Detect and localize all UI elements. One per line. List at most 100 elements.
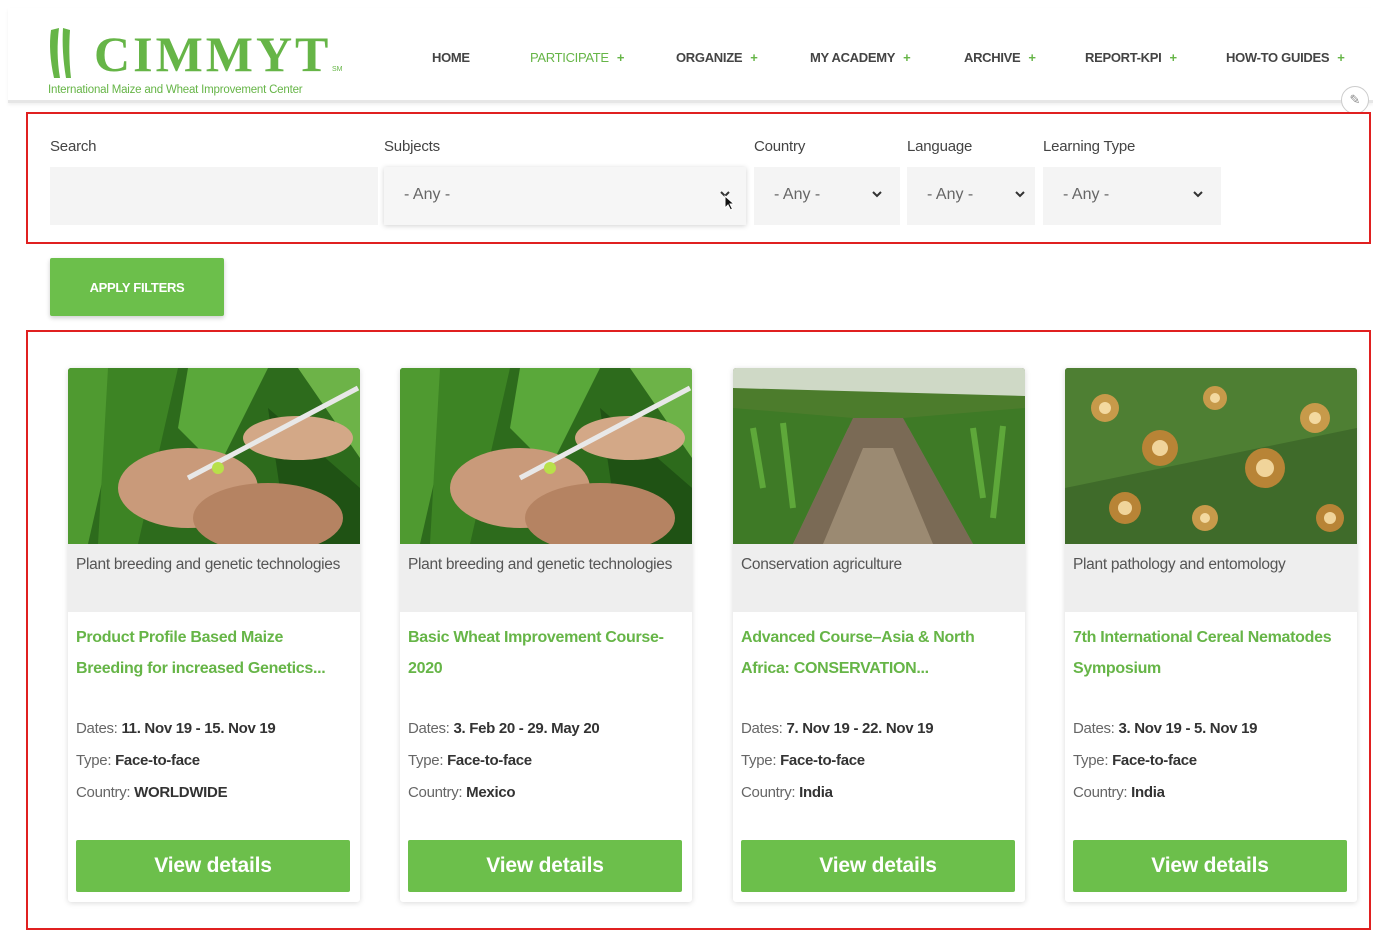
type-value: Face-to-face [780,752,865,769]
view-details-button[interactable]: View details [76,840,350,892]
view-details-button[interactable]: View details [741,840,1015,892]
trademark-mark: SM [332,66,343,73]
nav-item-my-academy[interactable]: MY ACADEMY + [810,48,911,68]
card-country: Country: Mexico [408,784,688,801]
nav-label: ORGANIZE [676,50,743,65]
country-label-text: Country: [1073,784,1128,801]
nav-label: REPORT-KPI [1085,50,1162,65]
search-label: Search [50,138,97,155]
filter-panel: Search Subjects Country Language Learnin… [26,112,1371,244]
card-country: Country: India [741,784,1021,801]
course-card: Conservation agriculture Advanced Course… [733,368,1025,902]
brand-name: CIMMYT [94,26,332,82]
dates-value: 3. Nov 19 - 5. Nov 19 [1118,720,1258,737]
nav-label: ARCHIVE [964,50,1021,65]
card-country: Country: WORLDWIDE [76,784,356,801]
card-country: Country: India [1073,784,1353,801]
leaf-disease-photo [1065,368,1357,544]
plus-icon[interactable]: + [1028,50,1036,65]
card-subject: Plant breeding and genetic technologies [68,544,360,612]
dates-label: Dates: [1073,720,1115,737]
brand-tagline: International Maize and Wheat Improvemen… [48,84,303,96]
type-label: Type: [1073,752,1109,769]
type-value: Face-to-face [447,752,532,769]
card-type: Type: Face-to-face [741,752,1021,769]
plus-icon[interactable]: + [617,50,625,65]
card-title-link[interactable]: Product Profile Based Maize Breeding for… [76,622,346,684]
learning-type-value: - Any - [1063,186,1110,203]
apply-filters-button[interactable]: APPLY FILTERS [50,258,224,316]
subjects-select[interactable]: - Any - [384,167,746,225]
chevron-down-icon [1015,191,1025,198]
type-label: Type: [408,752,444,769]
card-dates: Dates: 3. Nov 19 - 5. Nov 19 [1073,720,1353,737]
nav-item-how-to-guides[interactable]: HOW-TO GUIDES + [1226,48,1345,68]
nav-label: HOW-TO GUIDES [1226,50,1330,65]
plus-icon[interactable]: + [750,50,758,65]
card-title-link[interactable]: Advanced Course–Asia & North Africa: CON… [741,622,1011,684]
view-details-button[interactable]: View details [1073,840,1347,892]
country-value: Mexico [466,784,516,801]
nav-item-home[interactable]: HOME [432,48,470,68]
card-dates: Dates: 3. Feb 20 - 29. May 20 [408,720,688,737]
maize-pollination-photo [68,368,360,544]
nav-item-report-kpi[interactable]: REPORT-KPI + [1085,48,1177,68]
cimmyt-logo[interactable]: CIMMYT SM International Maize and Wheat … [48,22,368,98]
language-value: - Any - [927,186,974,203]
dates-label: Dates: [741,720,783,737]
type-label: Type: [741,752,777,769]
chevron-down-icon [872,191,882,198]
type-label: Type: [76,752,112,769]
subjects-value: - Any - [404,186,451,203]
card-type: Type: Face-to-face [1073,752,1353,769]
card-subject: Plant pathology and entomology [1065,544,1357,612]
type-value: Face-to-face [1112,752,1197,769]
type-value: Face-to-face [115,752,200,769]
nav-item-archive[interactable]: ARCHIVE + [964,48,1036,68]
mouse-cursor-icon [724,195,736,211]
pencil-icon[interactable]: ✎ [1341,86,1369,114]
wheat-logo-icon [50,28,71,78]
nav-label: PARTICIPATE [530,50,609,65]
language-select[interactable]: - Any - [907,167,1035,225]
country-label-text: Country: [408,784,463,801]
view-details-button[interactable]: View details [408,840,682,892]
card-title-link[interactable]: Basic Wheat Improvement Course-2020 [408,622,678,684]
country-value: India [799,784,833,801]
course-card: Plant pathology and entomology 7th Inter… [1065,368,1357,902]
country-label-text: Country: [741,784,796,801]
learning-type-select[interactable]: - Any - [1043,167,1221,225]
dates-label: Dates: [408,720,450,737]
country-value: India [1131,784,1165,801]
language-label: Language [907,138,973,155]
learning-type-label: Learning Type [1043,138,1136,155]
card-type: Type: Face-to-face [76,752,356,769]
card-dates: Dates: 11. Nov 19 - 15. Nov 19 [76,720,356,737]
chevron-down-icon [1193,191,1203,198]
maize-pollination-photo [400,368,692,544]
results-panel: Plant breeding and genetic technologies … [26,330,1371,930]
course-card: Plant breeding and genetic technologies … [400,368,692,902]
dates-label: Dates: [76,720,118,737]
site-header: CIMMYT SM International Maize and Wheat … [8,8,1373,114]
nav-item-organize[interactable]: ORGANIZE + [676,48,758,68]
plus-icon[interactable]: + [903,50,911,65]
subjects-label: Subjects [384,138,440,155]
dates-value: 3. Feb 20 - 29. May 20 [453,720,600,737]
country-label: Country [754,138,806,155]
plus-icon[interactable]: + [1169,50,1177,65]
course-card: Plant breeding and genetic technologies … [68,368,360,902]
plus-icon[interactable]: + [1337,50,1345,65]
nav-label: MY ACADEMY [810,50,896,65]
country-value: - Any - [774,186,821,203]
nav-item-participate[interactable]: PARTICIPATE + [530,48,624,68]
card-type: Type: Face-to-face [408,752,688,769]
card-dates: Dates: 7. Nov 19 - 22. Nov 19 [741,720,1021,737]
card-title-link[interactable]: 7th International Cereal Nematodes Sympo… [1073,622,1343,684]
card-subject: Conservation agriculture [733,544,1025,612]
card-subject: Plant breeding and genetic technologies [400,544,692,612]
dates-value: 7. Nov 19 - 22. Nov 19 [786,720,934,737]
search-input[interactable] [50,167,378,225]
country-select[interactable]: - Any - [754,167,900,225]
maize-field-photo [733,368,1025,544]
